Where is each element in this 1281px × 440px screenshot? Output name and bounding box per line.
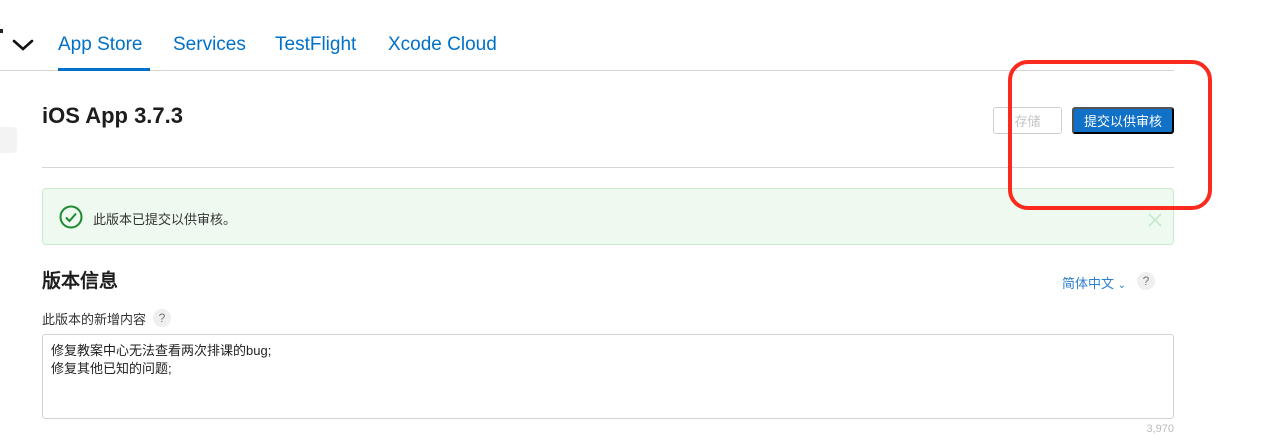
tab-app-store[interactable]: App Store (58, 34, 143, 56)
tab-testflight[interactable]: TestFlight (275, 34, 356, 56)
sidebar-item-edge[interactable] (0, 127, 17, 153)
menu-edge-mark (0, 29, 3, 33)
success-banner: 此版本已提交以供审核。 (42, 188, 1174, 245)
header-divider (42, 167, 1174, 168)
section-heading: 版本信息 (42, 271, 119, 292)
annotation-highlight (1008, 60, 1212, 210)
whats-new-label: 此版本的新增内容 (42, 312, 147, 327)
tab-xcode-cloud[interactable]: Xcode Cloud (388, 34, 497, 56)
help-icon[interactable]: ? (153, 309, 171, 327)
page-title: iOS App 3.7.3 (42, 103, 184, 128)
close-icon[interactable] (1148, 213, 1162, 227)
language-selector[interactable]: 简体中文 ⌄ (1062, 273, 1126, 292)
tab-bar-divider (0, 70, 1174, 71)
tab-services[interactable]: Services (173, 34, 246, 56)
active-tab-indicator (58, 68, 150, 71)
character-counter: 3,970 (1146, 423, 1174, 435)
help-icon[interactable]: ? (1137, 272, 1155, 290)
check-circle-icon (59, 205, 83, 229)
whats-new-textarea[interactable] (42, 334, 1174, 419)
banner-message: 此版本已提交以供审核。 (93, 212, 237, 227)
chevron-down-icon[interactable] (12, 38, 34, 52)
chevron-down-icon: ⌄ (1117, 280, 1127, 291)
language-label: 简体中文 (1062, 276, 1115, 291)
